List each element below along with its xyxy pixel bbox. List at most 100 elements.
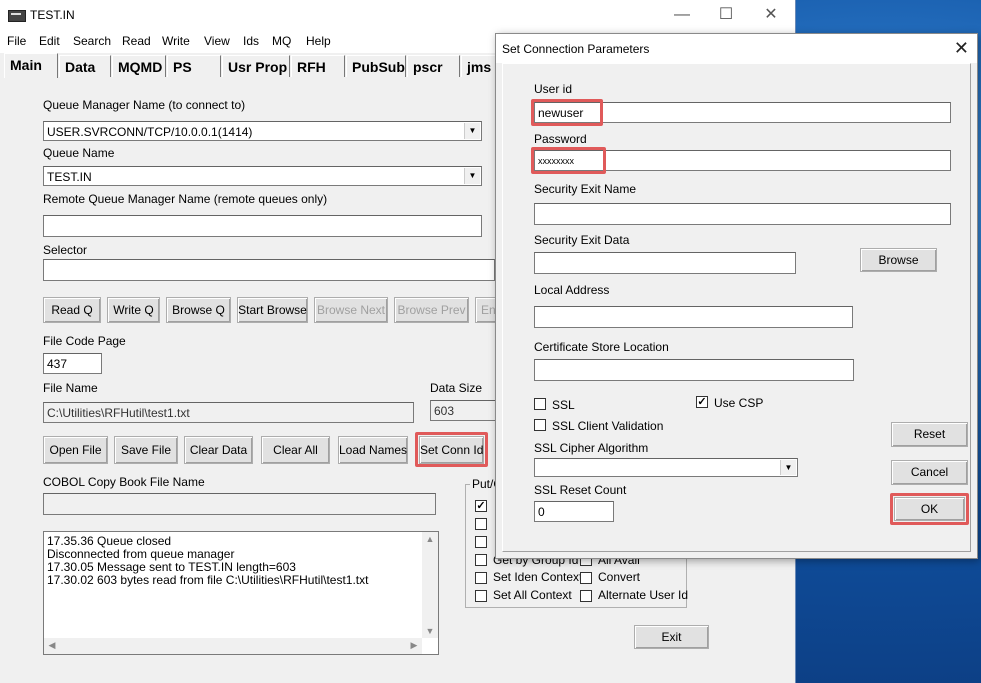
file-code-page-input[interactable]: 437: [43, 353, 102, 374]
window-title: TEST.IN: [30, 8, 75, 22]
set-connection-dialog: Set Connection Parameters ✕ User id newu…: [495, 33, 978, 559]
menu-ids[interactable]: Ids: [243, 34, 259, 48]
queue-name-value: TEST.IN: [47, 170, 92, 184]
set-all-context-checkbox[interactable]: [475, 590, 487, 602]
data-size-field: 603: [430, 400, 497, 421]
scroll-left-icon[interactable]: ◀: [44, 640, 60, 651]
set-conn-id-highlight: [415, 432, 488, 467]
menu-help[interactable]: Help: [306, 34, 331, 48]
tab-data[interactable]: Data: [59, 55, 111, 77]
alternate-user-id-checkbox[interactable]: [580, 590, 592, 602]
menu-edit[interactable]: Edit: [39, 34, 60, 48]
load-names-button[interactable]: Load Names: [338, 436, 408, 464]
clear-all-button[interactable]: Clear All: [261, 436, 330, 464]
user-id-label: User id: [534, 82, 573, 96]
queue-name-label: Queue Name: [43, 146, 115, 160]
ssl-label: SSL: [552, 398, 575, 412]
log-vertical-scrollbar[interactable]: ▲ ▼: [422, 532, 438, 638]
queue-manager-value: USER.SVRCONN/TCP/10.0.0.1(1414): [47, 125, 253, 139]
end-browse-button[interactable]: End: [475, 297, 497, 323]
queue-manager-combo[interactable]: USER.SVRCONN/TCP/10.0.0.1(1414) ▼: [43, 121, 482, 141]
ssl-client-validation-checkbox[interactable]: [534, 419, 546, 431]
maximize-icon[interactable]: ☐: [716, 6, 736, 24]
menu-view[interactable]: View: [204, 34, 230, 48]
exit-button[interactable]: Exit: [634, 625, 709, 649]
option-checkbox-3[interactable]: [475, 536, 487, 548]
security-exit-data-label: Security Exit Data: [534, 233, 630, 247]
save-file-button[interactable]: Save File: [114, 436, 178, 464]
browse-prev-button[interactable]: Browse Prev: [394, 297, 469, 323]
dialog-title: Set Connection Parameters: [502, 42, 650, 56]
tab-usr-prop[interactable]: Usr Prop: [222, 55, 290, 77]
write-q-button[interactable]: Write Q: [107, 297, 160, 323]
reset-button[interactable]: Reset: [891, 422, 968, 447]
clear-data-button[interactable]: Clear Data: [184, 436, 253, 464]
security-exit-data-input[interactable]: [534, 252, 796, 274]
chevron-down-icon[interactable]: ▼: [464, 123, 480, 139]
selector-label: Selector: [43, 243, 88, 257]
scroll-up-icon[interactable]: ▲: [422, 534, 438, 544]
browse-button[interactable]: Browse: [860, 248, 937, 272]
ssl-reset-count-input[interactable]: 0: [534, 501, 614, 522]
get-by-group-id-checkbox[interactable]: [475, 554, 487, 566]
security-exit-name-label: Security Exit Name: [534, 182, 637, 196]
scroll-right-icon[interactable]: ▶: [406, 640, 422, 651]
use-csp-checkbox[interactable]: ✓: [696, 396, 708, 408]
log-line: 17.30.02 603 bytes read from file C:\Uti…: [47, 573, 369, 587]
remote-qm-input[interactable]: [43, 215, 482, 237]
log-horizontal-scrollbar[interactable]: ◀ ▶: [44, 638, 422, 654]
browse-next-button[interactable]: Browse Next: [314, 297, 388, 323]
ssl-checkbox[interactable]: [534, 398, 546, 410]
read-q-button[interactable]: Read Q: [43, 297, 101, 323]
chevron-down-icon[interactable]: ▼: [780, 460, 796, 475]
alternate-user-id-label: Alternate User Id: [598, 588, 689, 602]
option-checkbox-1[interactable]: ✓: [475, 500, 487, 512]
tab-jms[interactable]: jms: [461, 55, 497, 77]
set-all-context-label: Set All Context: [493, 588, 572, 602]
queue-name-combo[interactable]: TEST.IN ▼: [43, 166, 482, 186]
menu-read[interactable]: Read: [122, 34, 151, 48]
app-icon: [8, 10, 26, 22]
local-address-label: Local Address: [534, 283, 610, 297]
file-name-input[interactable]: C:\Utilities\RFHutil\test1.txt: [43, 402, 414, 423]
tab-ps[interactable]: PS: [167, 55, 221, 77]
tab-pubsub[interactable]: PubSub: [346, 55, 406, 77]
menu-file[interactable]: File: [7, 34, 26, 48]
menu-search[interactable]: Search: [73, 34, 111, 48]
use-csp-label: Use CSP: [714, 396, 764, 410]
ssl-cipher-combo[interactable]: ▼: [534, 458, 798, 477]
tab-rfh[interactable]: RFH: [291, 55, 345, 77]
tab-main[interactable]: Main: [4, 53, 58, 78]
tab-pscr[interactable]: pscr: [407, 55, 460, 77]
log-line: 17.30.05 Message sent to TEST.IN length=…: [47, 560, 296, 574]
cancel-button[interactable]: Cancel: [891, 460, 968, 485]
open-file-button[interactable]: Open File: [43, 436, 108, 464]
option-checkbox-2[interactable]: [475, 518, 487, 530]
menu-write[interactable]: Write: [162, 34, 190, 48]
local-address-input[interactable]: [534, 306, 853, 328]
start-browse-button[interactable]: Start Browse: [237, 297, 308, 323]
convert-checkbox[interactable]: [580, 572, 592, 584]
cert-store-input[interactable]: [534, 359, 854, 381]
file-code-page-label: File Code Page: [43, 334, 126, 348]
set-iden-context-checkbox[interactable]: [475, 572, 487, 584]
convert-label: Convert: [598, 570, 641, 584]
password-label: Password: [534, 132, 587, 146]
close-icon[interactable]: ✕: [954, 38, 969, 59]
log-line: Disconnected from queue manager: [47, 547, 235, 561]
log-line: 17.35.36 Queue closed: [47, 534, 172, 548]
minimize-icon[interactable]: —: [672, 6, 692, 24]
set-iden-context-label: Set Iden Context: [493, 570, 583, 584]
password-highlight: [531, 147, 606, 174]
dialog-title-bar: Set Connection Parameters ✕: [496, 34, 977, 63]
scroll-down-icon[interactable]: ▼: [422, 626, 438, 636]
chevron-down-icon[interactable]: ▼: [464, 168, 480, 184]
browse-q-button[interactable]: Browse Q: [166, 297, 231, 323]
menu-mq[interactable]: MQ: [272, 34, 291, 48]
log-box[interactable]: 17.35.36 Queue closed Disconnected from …: [43, 531, 439, 655]
selector-input[interactable]: [43, 259, 495, 281]
security-exit-name-input[interactable]: [534, 203, 951, 225]
cobol-input[interactable]: [43, 493, 436, 515]
tab-mqmd[interactable]: MQMD: [112, 55, 166, 77]
close-icon[interactable]: ✕: [761, 6, 781, 24]
